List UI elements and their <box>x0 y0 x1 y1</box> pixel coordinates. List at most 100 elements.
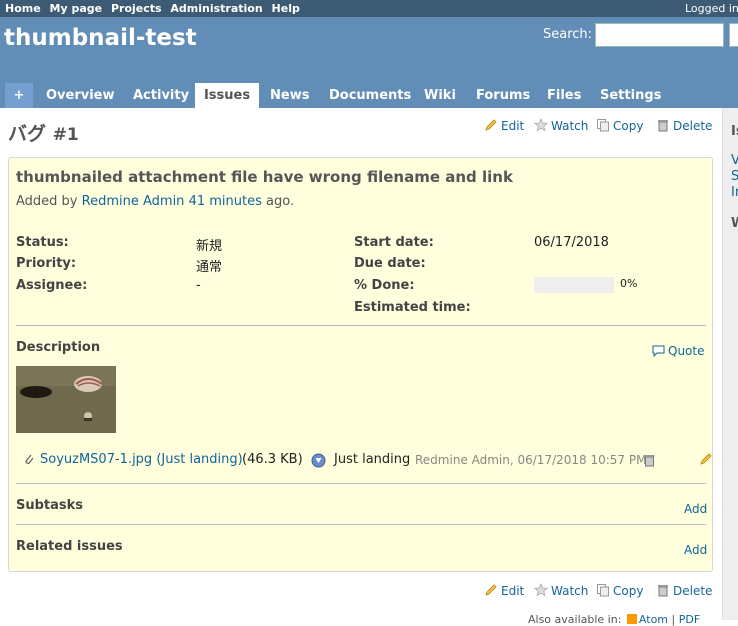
attachment-thumbnail[interactable] <box>16 366 116 433</box>
landing-photo <box>16 366 116 433</box>
divider <box>16 524 706 525</box>
quote-button[interactable]: Quote <box>652 344 704 358</box>
author-link[interactable]: Redmine Admin <box>82 194 185 209</box>
copy-label: Copy <box>613 119 644 133</box>
sidebar-heading-watchers: W <box>731 216 738 231</box>
tab-settings[interactable]: Settings <box>600 83 661 108</box>
pencil-icon <box>485 584 497 596</box>
quote-label: Quote <box>668 344 705 358</box>
edit-button-bottom[interactable]: Edit <box>484 583 524 598</box>
sidebar-link-view[interactable]: V <box>731 153 738 168</box>
edit-button[interactable]: Edit <box>484 118 524 133</box>
project-title[interactable]: thumbnail-test <box>4 25 197 51</box>
attachment-size: (46.3 KB) <box>242 452 303 467</box>
ago-text: ago. <box>266 194 295 209</box>
main-menu: + Overview Activity Issues News Document… <box>0 83 738 108</box>
star-icon <box>534 118 548 132</box>
search-input[interactable] <box>595 23 724 47</box>
attachment-edit-icon[interactable] <box>699 452 713 470</box>
trash-icon <box>658 585 668 597</box>
start-date-label: Start date: <box>354 235 434 250</box>
watch-label: Watch <box>551 119 589 133</box>
top-menu-administration[interactable]: Administration <box>170 2 262 15</box>
tab-forums[interactable]: Forums <box>476 83 530 108</box>
subtasks-title: Subtasks <box>16 498 84 513</box>
edit-label: Edit <box>501 584 525 598</box>
issue-subject: thumbnailed attachment file have wrong f… <box>16 168 513 186</box>
top-menu-my-page[interactable]: My page <box>50 2 103 15</box>
related-issues-title: Related issues <box>16 539 123 554</box>
tab-issues[interactable]: Issues <box>195 83 259 108</box>
status-value: 新規 <box>196 239 223 254</box>
delete-button[interactable]: Delete <box>656 118 712 133</box>
sidebar-link-summary[interactable]: S <box>731 169 738 184</box>
add-subtask-link[interactable]: Add <box>684 502 707 516</box>
logged-in-text: Logged in <box>685 2 738 15</box>
new-object-button[interactable]: + <box>5 83 33 108</box>
top-menu: Home My page Projects Administration Hel… <box>0 0 738 17</box>
priority-label: Priority: <box>16 256 77 271</box>
attachment-description: Just landing <box>334 452 411 467</box>
delete-label: Delete <box>673 119 713 133</box>
speech-bubble-icon <box>652 345 665 358</box>
watch-label: Watch <box>551 584 589 598</box>
issue-heading: バグ #1 <box>8 119 79 146</box>
sidebar: Is V S In W <box>722 108 738 620</box>
done-ratio-label: % Done: <box>354 278 415 293</box>
tab-files[interactable]: Files <box>547 83 581 108</box>
due-date-label: Due date: <box>354 256 426 271</box>
issue-author-line: Added by Redmine Admin 41 minutes ago. <box>16 194 294 209</box>
done-ratio-value: 0% <box>620 277 638 290</box>
bottom-actions: Edit Watch Copy Delete <box>484 583 714 599</box>
copy-icon <box>597 584 609 597</box>
attachment-row: SoyuzMS07-1.jpg (Just landing) (46.3 KB)… <box>23 452 713 472</box>
watch-button-bottom[interactable]: Watch <box>534 583 588 598</box>
description-title: Description <box>16 340 101 355</box>
priority-value: 通常 <box>196 260 223 275</box>
tab-overview[interactable]: Overview <box>46 83 115 108</box>
sidebar-link-import[interactable]: In <box>731 185 738 200</box>
star-icon <box>534 583 548 597</box>
top-menu-home[interactable]: Home <box>5 2 41 15</box>
watch-button[interactable]: Watch <box>534 118 588 133</box>
divider <box>16 483 706 484</box>
tab-documents[interactable]: Documents <box>329 83 411 108</box>
top-menu-projects[interactable]: Projects <box>111 2 162 15</box>
copy-icon <box>597 119 609 132</box>
attachment-author-date: Redmine Admin, 06/17/2018 10:57 PM <box>415 453 647 467</box>
issue-details: thumbnailed attachment file have wrong f… <box>8 157 713 572</box>
assignee-value: - <box>196 278 201 293</box>
estimated-time-label: Estimated time: <box>354 300 471 315</box>
tab-wiki[interactable]: Wiki <box>424 83 456 108</box>
project-jump-select[interactable] <box>729 23 738 47</box>
pencil-icon <box>485 119 497 131</box>
sidebar-heading-issues: Is <box>731 124 738 139</box>
start-date-value: 06/17/2018 <box>534 235 609 250</box>
copy-button-bottom[interactable]: Copy <box>596 583 643 598</box>
copy-button[interactable]: Copy <box>596 118 643 133</box>
age-link[interactable]: 41 minutes <box>189 194 262 209</box>
status-label: Status: <box>16 235 69 250</box>
edit-label: Edit <box>501 119 525 133</box>
issue-number: #1 <box>52 125 79 145</box>
added-by-text: Added by <box>16 194 78 209</box>
attachment-delete-icon[interactable] <box>643 453 656 471</box>
feed-icon <box>626 614 637 624</box>
tab-activity[interactable]: Activity <box>133 83 189 108</box>
delete-label: Delete <box>673 584 713 598</box>
search-label: Search: <box>543 27 593 42</box>
top-actions: Edit Watch Copy Delete <box>484 118 714 134</box>
delete-button-bottom[interactable]: Delete <box>656 583 712 598</box>
tracker-name: バグ <box>8 123 47 145</box>
progress-bar <box>534 277 614 293</box>
download-icon[interactable] <box>311 453 326 472</box>
assignee-label: Assignee: <box>16 278 88 293</box>
trash-icon <box>658 120 668 132</box>
paperclip-icon <box>23 452 35 470</box>
divider <box>16 325 706 326</box>
add-related-issue-link[interactable]: Add <box>684 543 707 557</box>
tab-news[interactable]: News <box>270 83 309 108</box>
top-menu-help[interactable]: Help <box>272 2 300 15</box>
copy-label: Copy <box>613 584 644 598</box>
attachment-link[interactable]: SoyuzMS07-1.jpg (Just landing) <box>40 452 243 467</box>
